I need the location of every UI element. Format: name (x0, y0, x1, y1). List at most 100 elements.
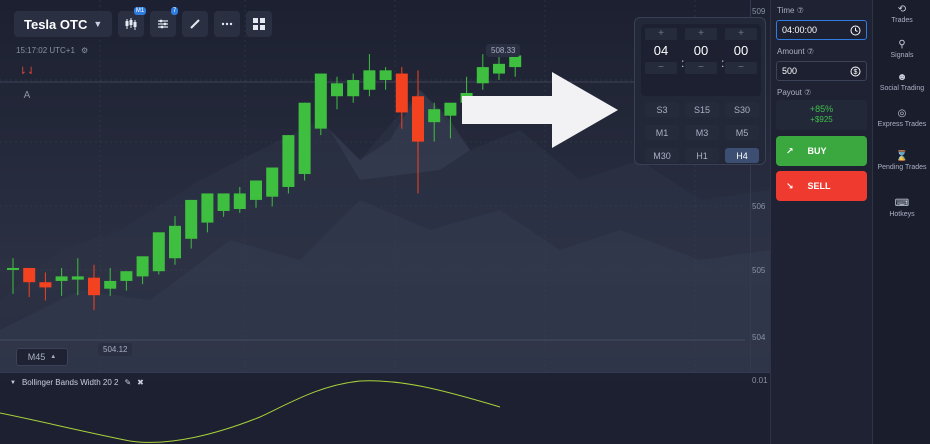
amount-label-text: Amount (777, 47, 805, 56)
candle-body (39, 282, 52, 288)
low-price-label: 504.12 (98, 343, 133, 356)
chevron-down-icon: ▼ (93, 19, 103, 29)
clock-icon[interactable] (850, 25, 861, 36)
timeframe-selector[interactable]: M45 ▲ (16, 348, 68, 366)
time-input[interactable]: 04:00:00 (776, 20, 867, 40)
arrow-right-icon (462, 72, 618, 148)
candles-icon (125, 18, 137, 30)
arrow-down-right-icon: ↘ (786, 180, 794, 191)
y-tick: 509 (752, 7, 766, 16)
nav-social-trading[interactable]: ☻ Social Trading (873, 73, 930, 93)
seconds-minus-button[interactable]: − (725, 62, 757, 74)
candle-body (104, 280, 117, 289)
candle-body (217, 193, 230, 211)
text-tool[interactable]: A (16, 86, 38, 104)
hours-value[interactable]: 04 (645, 40, 677, 62)
indicators-button[interactable]: 7 (150, 7, 179, 37)
alert-icon: ⇂⇃ (18, 65, 36, 77)
candle-body (444, 102, 457, 116)
timeframe-option[interactable]: M30 (645, 148, 679, 163)
server-time-value: 15:17:02 UTC+1 (16, 46, 75, 55)
minutes-plus-button[interactable]: + (685, 28, 717, 40)
candle-body (412, 96, 424, 142)
y-tick: 504 (752, 333, 766, 342)
buy-button[interactable]: ↗ BUY (776, 136, 867, 166)
nav-label: Signals (890, 52, 914, 59)
indicator-y-tick: 0.01 (752, 376, 768, 385)
trade-panel: Time ⑦ 04:00:00 Amount ⑦ 500 $ Payout ⑦ … (770, 0, 872, 444)
timeframe-option[interactable]: M5 (725, 125, 759, 140)
svg-text:$: $ (854, 69, 858, 76)
amount-label: Amount ⑦ (777, 47, 814, 56)
chart-type-button[interactable]: M1 (118, 7, 147, 37)
candle-body (298, 102, 311, 174)
payout-label-text: Payout (777, 88, 802, 97)
timeframe-option[interactable]: M3 (685, 125, 719, 140)
hourglass-icon: ⌛ (895, 151, 909, 162)
hours-spinner: + 04 − (645, 28, 677, 74)
timeframe-grid: S3 S15 S30 M1 M3 M5 M30 H1 H4 (645, 102, 759, 163)
brush-icon (190, 19, 200, 29)
time-value: 04:00:00 (782, 25, 818, 35)
indicators-badge: 7 (170, 7, 179, 15)
timeframe-option[interactable]: S3 (645, 102, 679, 117)
more-button[interactable] (214, 11, 241, 37)
asset-selector[interactable]: Tesla OTC ▼ (14, 11, 113, 37)
minutes-spinner: + 00 − (685, 28, 717, 74)
nav-hotkeys[interactable]: ⌨ Hotkeys (873, 199, 930, 219)
candle-body (136, 256, 149, 277)
timeframe-option[interactable]: S30 (725, 102, 759, 117)
time-label: Time ⑦ (777, 6, 804, 15)
candle-body (331, 83, 343, 97)
gear-icon[interactable]: ⚙ (81, 46, 88, 55)
nav-express-trades[interactable]: ◎ Express Trades (873, 109, 930, 129)
nav-label: Pending Trades (877, 164, 927, 171)
colon-separator: : (721, 56, 725, 70)
seconds-value[interactable]: 00 (725, 40, 757, 62)
timeframe-option[interactable]: H1 (685, 148, 719, 163)
candle-body (266, 167, 279, 197)
candle-body (363, 70, 376, 90)
sell-label: SELL (807, 181, 831, 191)
dollar-icon[interactable]: $ (850, 66, 861, 77)
candle-body (169, 225, 181, 259)
candle-body (7, 267, 19, 270)
layout-button[interactable] (246, 11, 273, 37)
candle-body (395, 73, 408, 113)
sell-button[interactable]: ↘ SELL (776, 171, 867, 201)
amount-input[interactable]: 500 $ (776, 61, 867, 81)
candle-body (347, 80, 360, 97)
nav-label: Trades (891, 17, 913, 24)
help-icon[interactable]: ⑦ (804, 88, 811, 97)
candle-body (185, 199, 198, 239)
timeframe-option[interactable]: M1 (645, 125, 679, 140)
nav-signals[interactable]: ⚲ Signals (873, 40, 930, 60)
timeframe-option-active[interactable]: H4 (725, 148, 759, 163)
minutes-value[interactable]: 00 (685, 40, 717, 62)
drawing-button[interactable] (182, 11, 209, 37)
timeframe-option[interactable]: S15 (685, 102, 719, 117)
help-icon[interactable]: ⑦ (807, 47, 814, 56)
hours-plus-button[interactable]: + (645, 28, 677, 40)
alert-tool[interactable]: ⇂⇃ (16, 62, 38, 80)
indicator-panel: ▼ Bollinger Bands Width 20 2 ✎ ✖ 0.01 (0, 372, 770, 444)
candle-body (88, 277, 100, 296)
candle-body (509, 55, 522, 68)
indicator-line (0, 380, 501, 443)
time-spinner: + 04 − : + 00 − : + 00 − (641, 24, 761, 96)
right-navigation: ⟲ Trades ⚲ Signals ☻ Social Trading ◎ Ex… (872, 0, 930, 444)
time-label-text: Time (777, 6, 795, 15)
chart-area[interactable]: Tesla OTC ▼ M1 7 15:17:02 UTC+1 ⚙ ⇂⇃ A 5… (0, 0, 770, 444)
more-icon (222, 22, 233, 26)
candle-body (282, 135, 295, 187)
high-price-label: 508.33 (486, 44, 521, 57)
candle-body (152, 232, 165, 272)
minutes-minus-button[interactable]: − (685, 62, 717, 74)
nav-pending-trades[interactable]: ⌛ Pending Trades (873, 152, 930, 172)
candle-body (379, 70, 392, 81)
nav-trades[interactable]: ⟲ Trades (873, 5, 930, 25)
help-icon[interactable]: ⑦ (797, 6, 804, 15)
hours-minus-button[interactable]: − (645, 62, 677, 74)
seconds-plus-button[interactable]: + (725, 28, 757, 40)
candle-body (201, 193, 214, 223)
